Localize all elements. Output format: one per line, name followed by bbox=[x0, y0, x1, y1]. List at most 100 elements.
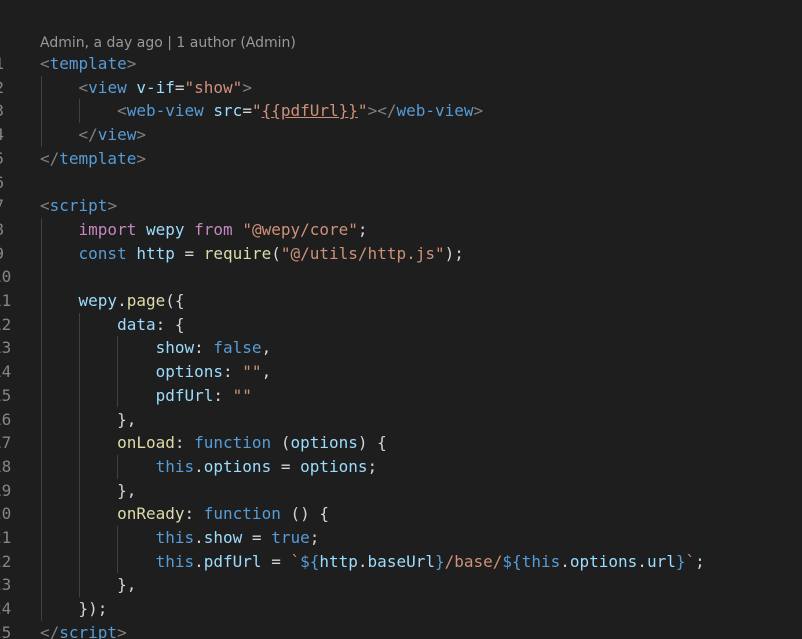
line-number: 20 bbox=[0, 504, 12, 524]
code-token: show bbox=[155, 338, 195, 358]
code-token: > bbox=[473, 101, 484, 121]
code-line[interactable]: 3 <web-view src="{{pdfUrl}}"></web-view> bbox=[0, 99, 802, 123]
code-text: pdfUrl: "" bbox=[40, 384, 252, 408]
code-line[interactable]: 20 onReady: function () { bbox=[0, 502, 802, 526]
code-token: v-if bbox=[136, 77, 175, 97]
code-token: }, bbox=[40, 575, 137, 595]
code-token: > bbox=[136, 125, 146, 145]
code-token: template bbox=[59, 148, 137, 168]
code-token: : bbox=[213, 385, 233, 405]
code-token: . bbox=[117, 291, 127, 310]
code-token: > bbox=[136, 148, 146, 168]
code-token: view bbox=[88, 77, 127, 97]
line-number: 24 bbox=[0, 599, 12, 619]
code-line[interactable]: 11 wepy.page({ bbox=[0, 289, 802, 313]
code-token: : bbox=[174, 433, 195, 453]
code-token: : bbox=[184, 504, 204, 524]
code-token: = bbox=[271, 456, 301, 476]
code-token: ; bbox=[309, 528, 320, 547]
code-token: < bbox=[78, 77, 89, 97]
code-token: web-view bbox=[126, 101, 204, 121]
code-line[interactable]: 12 data: { bbox=[0, 313, 802, 337]
code-token: . bbox=[194, 528, 204, 547]
code-token: function bbox=[194, 433, 272, 453]
code-token: ; bbox=[357, 219, 368, 239]
code-line[interactable]: 6 bbox=[0, 171, 802, 195]
code-token: http bbox=[136, 243, 175, 263]
line-number: 12 bbox=[0, 314, 12, 334]
code-line[interactable]: 17 onLoad: function (options) { bbox=[0, 431, 802, 455]
code-text: </template> bbox=[40, 147, 146, 171]
code-line[interactable]: 25 </script> bbox=[0, 621, 802, 639]
line-number: 11 bbox=[0, 291, 12, 310]
code-token: </ bbox=[40, 148, 60, 168]
code-token: ${ bbox=[502, 551, 522, 571]
code-text: data: { bbox=[40, 313, 184, 337]
code-line[interactable]: 14 options: "", bbox=[0, 360, 802, 384]
code-token: options bbox=[203, 456, 272, 476]
code-token: wepy bbox=[145, 219, 185, 239]
code-token: script bbox=[59, 622, 118, 639]
code-line[interactable]: 13 show: false, bbox=[0, 336, 802, 360]
code-line[interactable]: 15 pdfUrl: "" bbox=[0, 384, 802, 408]
code-text: </script> bbox=[40, 621, 127, 639]
code-token: < bbox=[117, 101, 127, 121]
code-line[interactable]: 23 }, bbox=[0, 573, 802, 597]
code-editor[interactable]: Admin, a day ago | 1 author (Admin) 1<te… bbox=[0, 0, 802, 639]
code-token: wepy bbox=[78, 291, 118, 310]
indent-guide bbox=[117, 336, 118, 408]
code-line[interactable]: 19 }, bbox=[0, 479, 802, 503]
line-number: 4 bbox=[0, 123, 4, 147]
code-token: "show" bbox=[184, 77, 243, 97]
code-text: this.options = options; bbox=[40, 455, 378, 479]
code-token: , bbox=[261, 362, 272, 382]
code-token: "" bbox=[242, 362, 262, 382]
code-text: }, bbox=[40, 573, 136, 597]
code-token: : bbox=[194, 338, 214, 358]
git-blame-codelens[interactable]: Admin, a day ago | 1 author (Admin) bbox=[40, 33, 296, 53]
code-token: . bbox=[194, 551, 204, 571]
code-token: : bbox=[223, 362, 243, 382]
code-token: ; bbox=[367, 456, 378, 476]
code-line[interactable]: 5 </template> bbox=[0, 147, 802, 171]
code-text: <script> bbox=[40, 194, 117, 218]
code-token: "" bbox=[232, 385, 252, 405]
code-line[interactable]: 22 this.pdfUrl = `${http.baseUrl}/base/$… bbox=[0, 550, 802, 574]
indent-guide bbox=[79, 99, 80, 124]
code-token: ) { bbox=[357, 433, 387, 453]
code-token: ` bbox=[290, 551, 301, 571]
code-line[interactable]: 10 bbox=[0, 265, 802, 289]
line-number: 18 bbox=[0, 456, 12, 476]
code-token: = bbox=[174, 243, 204, 263]
code-line[interactable]: 18 this.options = options; bbox=[0, 455, 802, 479]
code-text: show: false, bbox=[40, 336, 272, 360]
code-token: ></ bbox=[367, 101, 397, 121]
code-token: data bbox=[117, 314, 156, 334]
code-line[interactable]: 21 this.show = true; bbox=[0, 526, 802, 550]
code-line[interactable]: 1 <template> bbox=[0, 52, 802, 76]
code-line[interactable]: 7 <script> bbox=[0, 194, 802, 218]
code-token: </ bbox=[78, 125, 98, 145]
indent-guide bbox=[41, 217, 42, 621]
code-line[interactable]: 16 }, bbox=[0, 408, 802, 432]
code-line[interactable]: 2 <view v-if="show"> bbox=[0, 76, 802, 100]
code-token: = bbox=[242, 101, 252, 121]
code-token: onLoad bbox=[117, 433, 175, 453]
code-text: const http = require("@/utils/http.js"); bbox=[40, 242, 464, 266]
code-text: </view> bbox=[40, 123, 146, 147]
code-token: require bbox=[203, 243, 272, 263]
code-token: . bbox=[560, 551, 570, 571]
code-line[interactable]: 9 const http = require("@/utils/http.js"… bbox=[0, 242, 802, 266]
code-line[interactable]: 24 }); bbox=[0, 597, 802, 621]
code-token: options bbox=[155, 362, 224, 382]
code-text: <view v-if="show"> bbox=[40, 76, 252, 100]
code-token: ( bbox=[271, 433, 291, 453]
code-line[interactable]: 8 import wepy from "@wepy/core"; bbox=[0, 218, 802, 242]
code-text: wepy.page({ bbox=[40, 289, 185, 313]
code-line[interactable]: 4 </view> bbox=[0, 123, 802, 147]
